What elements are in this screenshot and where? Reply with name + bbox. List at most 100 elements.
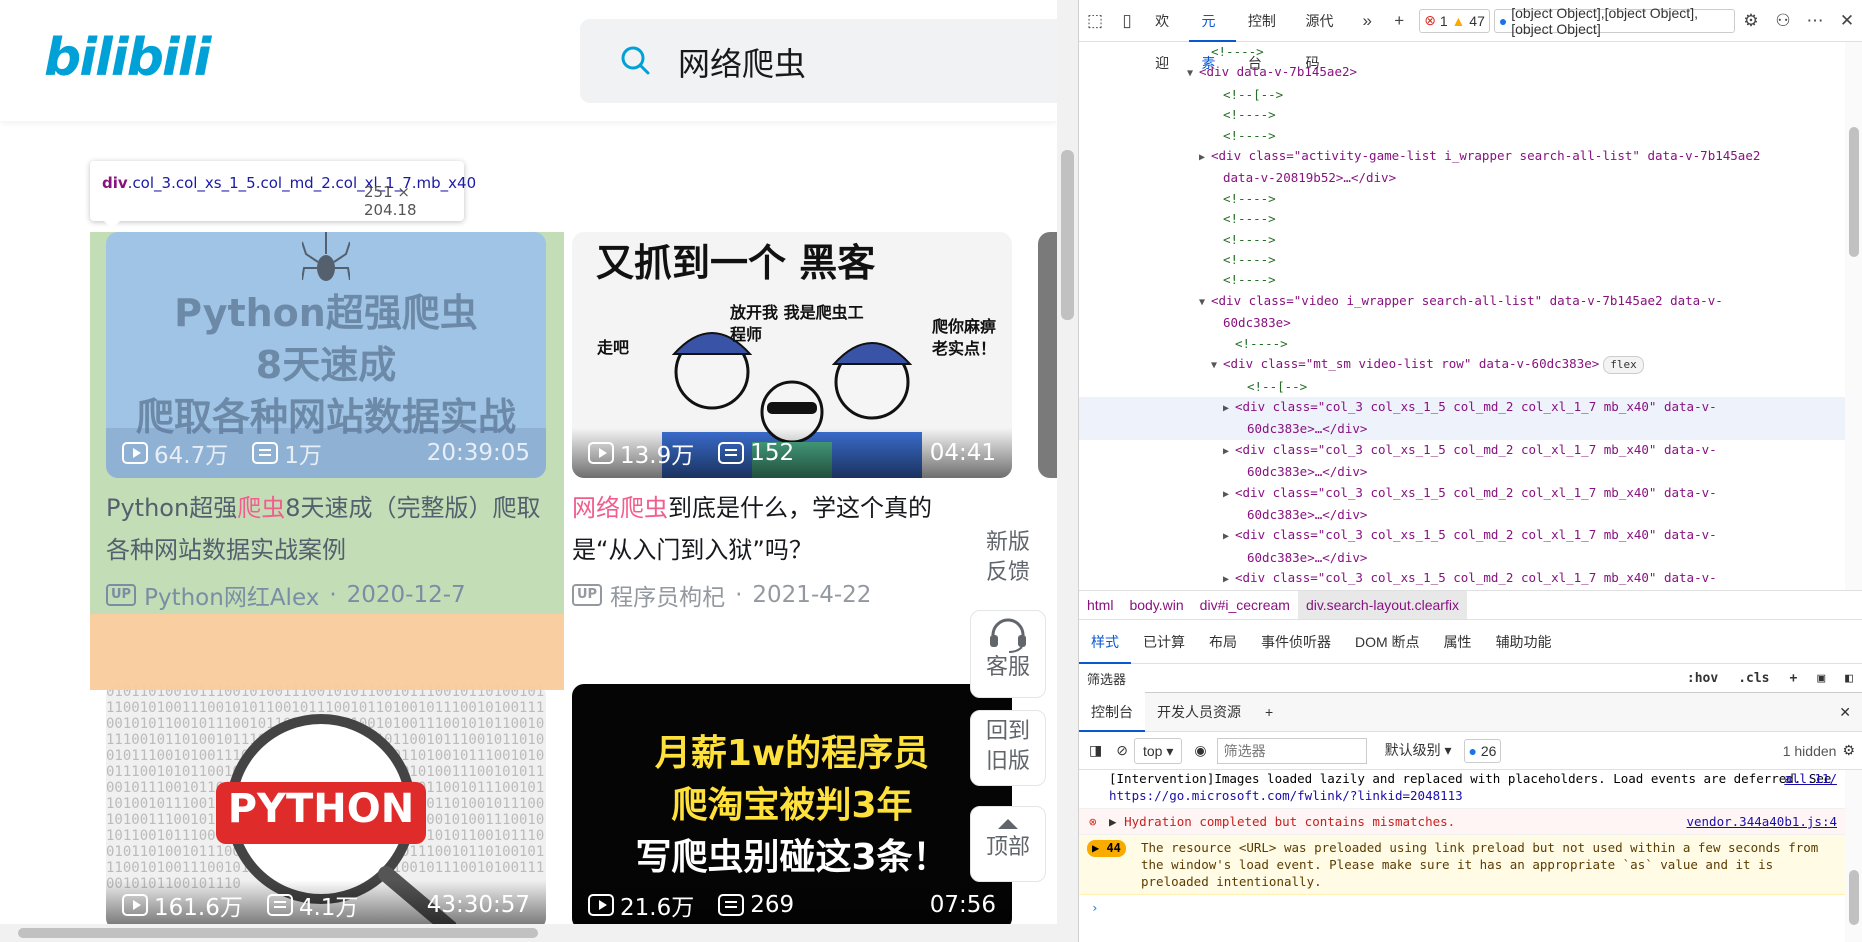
tab-console[interactable]: 控制台 <box>1236 0 1294 71</box>
collapse-triangle-icon[interactable]: ▼ <box>1187 64 1199 84</box>
styles-filter-input[interactable]: 筛选器 <box>1079 669 1677 688</box>
dom-node-line[interactable]: <!--[--> <box>1079 377 1845 397</box>
uploader-name[interactable]: 程序员枸杞 <box>610 578 725 612</box>
video-thumbnail[interactable]: 月薪1w的程序员 爬淘宝被判3年 写爬虫别碰这3条！ 21.6万 269 07:… <box>572 684 1012 930</box>
messages-badge[interactable]: ● [object Object],[object Object],[objec… <box>1493 5 1735 37</box>
search-icon[interactable] <box>620 45 650 75</box>
video-card[interactable]: 0101101001011100101001110010101100101110… <box>106 684 546 930</box>
dom-node-line[interactable]: 60dc383e> <box>1079 313 1845 333</box>
dom-node-line[interactable]: 60dc383e>…</div> <box>1079 419 1845 440</box>
dom-node-line[interactable]: <!----> <box>1079 209 1845 229</box>
dom-node-line[interactable]: data-v-20819b52>…</div> <box>1079 168 1845 188</box>
expand-triangle-icon[interactable]: ▶ <box>1109 814 1117 829</box>
console-source-link[interactable]: vendor.344a40b1.js:4 <box>1686 813 1837 830</box>
expand-triangle-icon[interactable]: ▶ <box>1223 527 1235 547</box>
tab-dom-breakpoints[interactable]: DOM 断点 <box>1343 620 1432 664</box>
tab-computed[interactable]: 已计算 <box>1131 620 1197 664</box>
dom-node-line[interactable]: 60dc383e>…</div> <box>1079 548 1845 568</box>
dom-node-line[interactable]: ▶ <div class="activity-game-list i_wrappe… <box>1079 146 1845 168</box>
dom-node-line[interactable]: <!----> <box>1079 189 1845 209</box>
console-source-link[interactable]: all:11/ <box>1784 770 1837 787</box>
dom-node-line[interactable]: ▼ <div class="mt_sm video-list row" data-… <box>1079 354 1845 376</box>
video-thumbnail[interactable]: 又抓到一个 黑客 放开我 我是爬虫工程师 爬你麻痹 老实点！ 走吧 13.9万 … <box>572 232 1012 478</box>
page-vertical-scrollbar[interactable] <box>1057 0 1078 942</box>
video-card[interactable]: Python超强爬虫 8天速成 爬取各种网站数据实战 64.7万 1万 20:3… <box>106 232 546 612</box>
breadcrumb-item[interactable]: html <box>1079 591 1121 619</box>
customer-service-button[interactable]: 客服 <box>970 610 1046 698</box>
console-messages-badge[interactable]: ● 26 <box>1463 738 1502 763</box>
dom-node-line[interactable]: 60dc383e>…</div> <box>1079 505 1845 525</box>
inspect-element-icon[interactable]: ⬚ <box>1079 11 1111 31</box>
dom-node-line[interactable]: 60dc383e>…</div> <box>1079 462 1845 482</box>
feedback-button[interactable]: 新版反馈 <box>970 522 1046 602</box>
more-tabs-icon[interactable]: » <box>1351 11 1383 31</box>
video-card[interactable] <box>1038 232 1057 478</box>
settings-gear-icon[interactable]: ⚙ <box>1735 11 1767 31</box>
hov-toggle[interactable]: :hov <box>1687 671 1718 686</box>
dom-node-line[interactable]: <!----> <box>1079 230 1845 250</box>
video-thumbnail[interactable]: 0101101001011100101001110010101100101110… <box>106 684 546 930</box>
expand-triangle-icon[interactable]: ▶ <box>1223 570 1235 590</box>
console-link[interactable]: https://go.microsoft.com/fwlink/?linkid=… <box>1109 788 1463 803</box>
search-input[interactable]: 网络爬虫 <box>678 39 806 85</box>
console-filter-input[interactable]: 筛选器 <box>1216 737 1367 764</box>
dom-node-line[interactable]: ▶ <div class="col_3 col_xs_1_5 col_md_2 c… <box>1079 525 1845 547</box>
back-to-top-button[interactable]: 顶部 <box>970 806 1046 882</box>
tab-properties[interactable]: 属性 <box>1432 620 1484 664</box>
expand-triangle-icon[interactable]: ▶ <box>1223 399 1235 419</box>
old-version-button[interactable]: 回到旧版 <box>970 710 1046 786</box>
close-icon[interactable]: ✕ <box>1831 11 1862 31</box>
dom-node-line[interactable]: <!--[--> <box>1079 85 1845 105</box>
dom-node-line[interactable]: <!----> <box>1079 334 1845 354</box>
tab-sources[interactable]: 源代码 <box>1294 0 1352 71</box>
drawer-tab-console[interactable]: 控制台 <box>1079 692 1145 732</box>
tab-layout[interactable]: 布局 <box>1197 620 1249 664</box>
expand-triangle-icon[interactable]: ▶ <box>1223 485 1235 505</box>
collapse-triangle-icon[interactable]: ▼ <box>1211 356 1223 376</box>
more-options-icon[interactable]: ⋯ <box>1799 11 1831 31</box>
breadcrumb-item[interactable]: div.search-layout.clearfix <box>1297 591 1467 619</box>
video-title[interactable]: Python超强爬虫8天速成（完整版）爬取各种网站数据实战案例 <box>106 487 546 571</box>
add-tab-icon[interactable]: + <box>1383 11 1415 31</box>
dom-node-line[interactable]: <!----> <box>1079 250 1845 270</box>
flex-badge[interactable]: flex <box>1603 356 1644 375</box>
clear-console-icon[interactable]: ⊘ <box>1116 742 1128 759</box>
tab-accessibility[interactable]: 辅助功能 <box>1484 620 1564 664</box>
tab-elements[interactable]: 元素 <box>1189 0 1236 71</box>
console-prompt[interactable]: › <box>1079 895 1845 920</box>
search-box[interactable]: 网络爬虫 <box>580 19 1057 103</box>
bilibili-logo[interactable]: bilibili <box>44 28 211 88</box>
sidebar-toggle-icon[interactable]: ◧ <box>1845 671 1853 686</box>
video-card[interactable]: 月薪1w的程序员 爬淘宝被判3年 写爬虫别碰这3条！ 21.6万 269 07:… <box>572 684 1012 930</box>
drawer-tab-developer-resources[interactable]: 开发人员资源 <box>1145 692 1253 732</box>
log-level-select[interactable]: 默认级别 ▾ <box>1377 738 1460 764</box>
sidebar-toggle-icon[interactable]: ◨ <box>1089 742 1102 759</box>
customize-icon[interactable]: ⚇ <box>1767 11 1799 31</box>
tab-event-listeners[interactable]: 事件侦听器 <box>1249 620 1343 664</box>
color-format-icon[interactable]: ▣ <box>1817 671 1825 686</box>
dom-node-line[interactable]: ▶ <div class="col_3 col_xs_1_5 col_md_2 c… <box>1079 568 1845 590</box>
warning-count-badge[interactable]: ▶ 44 <box>1087 840 1126 857</box>
expand-triangle-icon[interactable]: ▶ <box>1223 442 1235 462</box>
tab-styles[interactable]: 样式 <box>1079 620 1131 664</box>
video-card[interactable]: 又抓到一个 黑客 放开我 我是爬虫工程师 爬你麻痹 老实点！ 走吧 13.9万 … <box>572 232 1012 612</box>
dom-node-line[interactable]: ▼ <div class="video i_wrapper search-all-… <box>1079 291 1845 313</box>
uploader-name[interactable]: Python网红Alex <box>144 578 319 612</box>
dom-node-line[interactable]: <!----> <box>1079 126 1845 146</box>
video-title[interactable]: 网络爬虫到底是什么，学这个真的是“从入门到入狱”吗？ <box>572 487 972 571</box>
console-scrollbar[interactable] <box>1845 770 1862 942</box>
breadcrumb-item[interactable]: div#i_cecream <box>1192 591 1298 619</box>
dom-node-line[interactable]: <!----> <box>1079 42 1845 62</box>
dom-node-line[interactable]: ▶ <div class="col_3 col_xs_1_5 col_md_2 c… <box>1079 440 1845 462</box>
dom-node-line[interactable]: ▶ <div class="col_3 col_xs_1_5 col_md_2 c… <box>1079 396 1845 420</box>
new-rule-icon[interactable]: + <box>1790 671 1798 686</box>
collapse-triangle-icon[interactable]: ▼ <box>1199 293 1211 313</box>
dom-tree[interactable]: <!----> ▼ <div data-v-7b145ae2> <!--[--> <!-… <box>1079 42 1845 590</box>
dom-tree-scrollbar[interactable] <box>1845 42 1862 590</box>
dom-node-line[interactable]: ▼ <div data-v-7b145ae2> <box>1079 62 1845 84</box>
console-settings-gear-icon[interactable]: ⚙ <box>1842 742 1855 759</box>
context-select[interactable]: top ▾ <box>1133 737 1183 764</box>
dom-node-line[interactable]: <!----> <box>1079 105 1845 125</box>
dom-node-line[interactable]: <!----> <box>1079 270 1845 290</box>
video-thumbnail[interactable]: Python超强爬虫 8天速成 爬取各种网站数据实战 64.7万 1万 20:3… <box>106 232 546 478</box>
